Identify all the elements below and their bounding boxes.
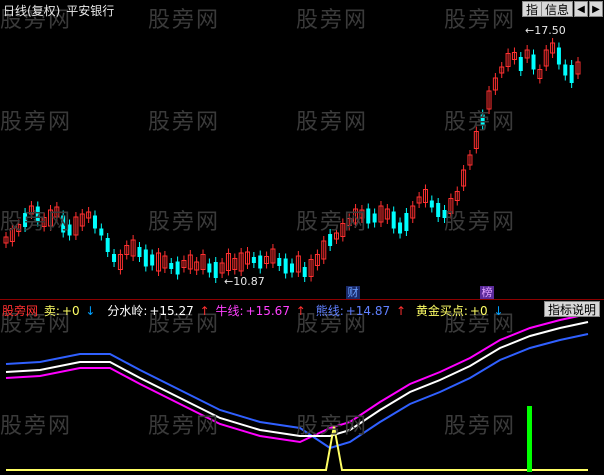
- candle-body: [258, 255, 263, 269]
- candle-body: [169, 263, 174, 269]
- candle-body: [436, 203, 441, 217]
- candle-body: [283, 258, 288, 274]
- niu-label: 牛线:: [215, 304, 244, 318]
- sell-label: 卖:: [43, 304, 60, 318]
- ranking-list-marker[interactable]: 榜: [480, 286, 494, 299]
- candle-body: [175, 261, 180, 275]
- stock-name: 平安银行: [66, 4, 115, 18]
- candle-body: [366, 208, 371, 224]
- candle-body: [207, 263, 212, 273]
- candle-body: [404, 213, 409, 231]
- candle-body: [112, 254, 117, 262]
- candle-body: [302, 267, 307, 277]
- buy-signal-bar: [527, 406, 532, 472]
- fsl-label: 分水岭:: [107, 304, 148, 318]
- xiong-label: 熊线:: [315, 304, 344, 318]
- candle-body: [150, 254, 155, 266]
- candle-body: [518, 57, 523, 71]
- candle-body: [251, 257, 256, 263]
- niu-line: [5, 313, 589, 444]
- candle-body: [563, 64, 568, 76]
- down-arrow-icon: ↓: [493, 304, 504, 318]
- candle-body: [290, 263, 294, 273]
- candle-body: [429, 200, 434, 208]
- candle-body: [531, 54, 536, 70]
- candle-body: [35, 206, 40, 222]
- low-price-label: ←10.87: [224, 275, 265, 288]
- indicator-help-button[interactable]: 指标说明: [544, 301, 601, 317]
- candle-body: [105, 238, 110, 252]
- sell-value: +0: [61, 304, 80, 318]
- candle-body: [569, 65, 574, 83]
- candle-body: [23, 213, 28, 227]
- candle-body: [99, 228, 104, 236]
- candle-body: [137, 247, 142, 257]
- fsl-value: +15.27: [149, 304, 194, 318]
- candle-body: [556, 47, 561, 65]
- candle-body: [67, 224, 72, 236]
- xiong-value: +14.87: [345, 304, 391, 318]
- chart-header: 日线(复权) 平安银行: [3, 2, 114, 19]
- gold-value: +0: [469, 304, 488, 318]
- next-arrow-icon[interactable]: ▶: [589, 1, 603, 17]
- up-arrow-icon: ↑: [395, 304, 407, 318]
- candle-body: [277, 258, 282, 266]
- candle-body: [398, 222, 403, 234]
- chart-canvas[interactable]: [0, 0, 604, 475]
- up-arrow-icon: ↑: [295, 304, 306, 318]
- info-button[interactable]: 信息: [541, 1, 574, 17]
- candle-body: [143, 249, 148, 267]
- indicator-legend: 股旁网 卖: +0 ↓ 分水岭: +15.27 ↑ 牛线: +15.67 ↑ 熊线: +…: [2, 302, 506, 319]
- gold-buy-line: [6, 425, 588, 471]
- niu-value: +15.67: [245, 304, 290, 318]
- candle-body: [92, 215, 97, 229]
- index-button[interactable]: 指: [522, 1, 543, 17]
- financial-report-marker[interactable]: 财: [346, 286, 360, 299]
- candle-body: [391, 211, 396, 229]
- candle-body: [328, 234, 333, 246]
- pane-divider[interactable]: [0, 299, 604, 300]
- candle-body: [213, 262, 218, 278]
- candle-body: [442, 210, 447, 218]
- indicator-name: 股旁网: [2, 304, 39, 318]
- candle-body: [372, 213, 377, 223]
- prev-arrow-icon[interactable]: ◀: [574, 1, 588, 17]
- high-price-label: ←17.50: [525, 24, 566, 37]
- gold-label: 黄金买点:: [415, 304, 468, 318]
- down-arrow-icon: ↓: [85, 304, 96, 318]
- xiong-line: [5, 333, 589, 450]
- candle-body: [61, 215, 66, 233]
- candle-body: [480, 114, 485, 126]
- up-arrow-icon: ↑: [199, 304, 210, 318]
- left-arrow-icon: ←: [525, 24, 535, 37]
- left-arrow-icon: ←: [224, 275, 234, 288]
- chart-period-title: 日线(复权): [3, 4, 61, 18]
